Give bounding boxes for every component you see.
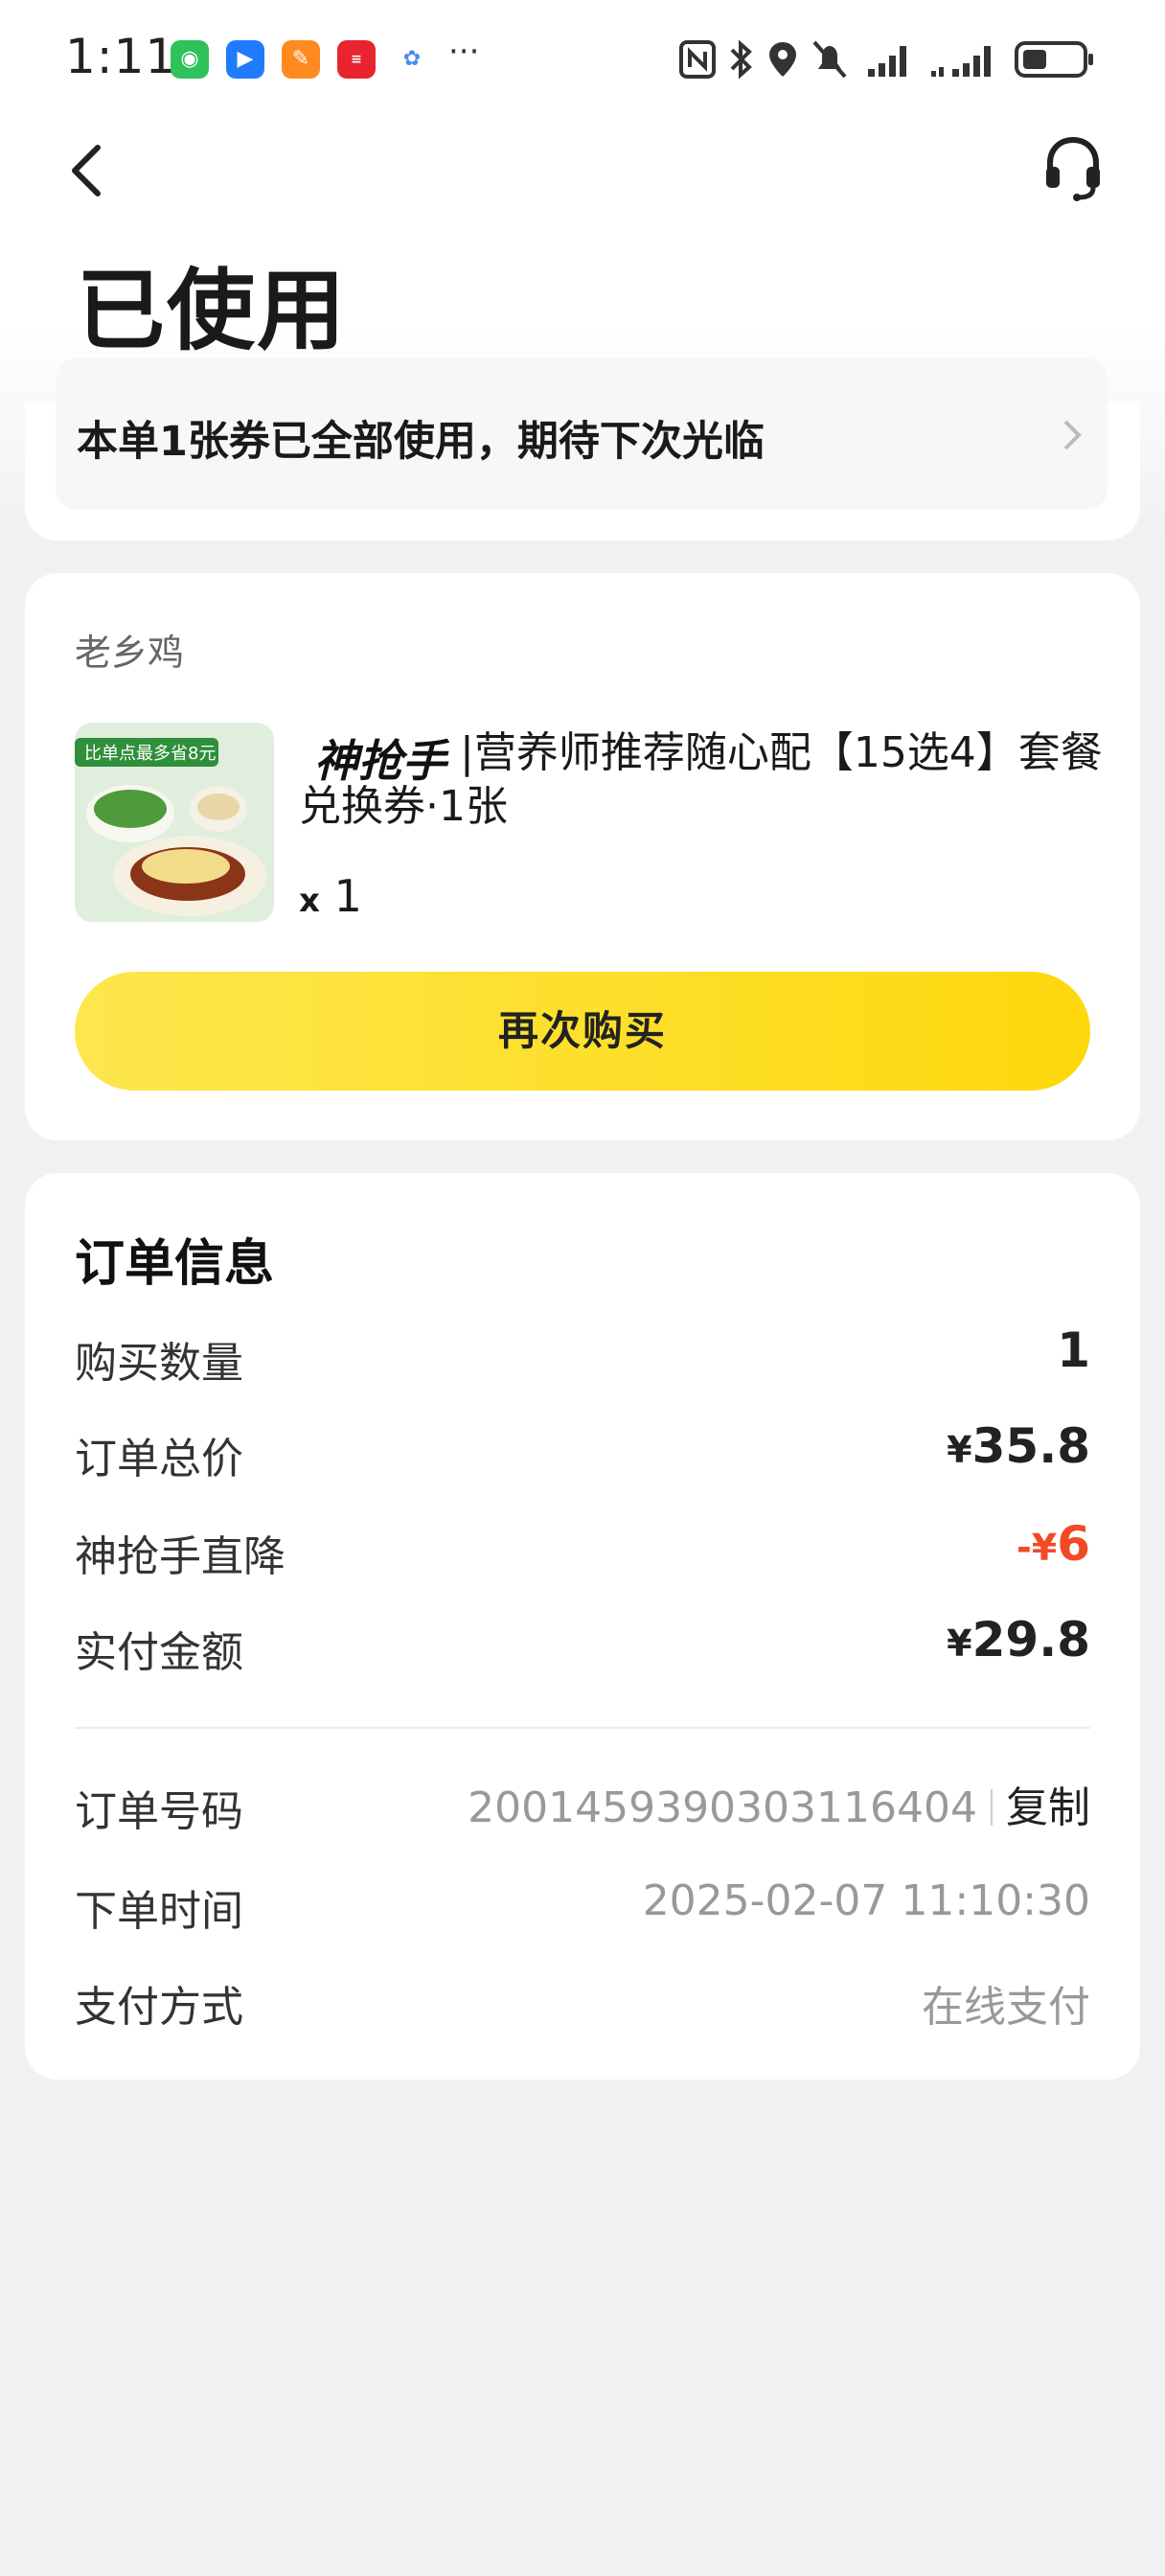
headset-icon (1046, 136, 1100, 201)
payment-method-value: 在线支付 (922, 1983, 1090, 2032)
order-time-value: 2025-02-07 11:10:30 (642, 1876, 1090, 1925)
signal-icon-1 (868, 46, 906, 77)
wechat-icon: ◉ (171, 40, 209, 79)
divider (75, 1727, 1090, 1729)
currency-symbol: ¥ (947, 1622, 972, 1665)
separator (991, 1789, 993, 1826)
amount: 6 (1057, 1516, 1090, 1572)
product-thumbnail[interactable]: 比单点最多省8元 (75, 723, 274, 922)
order-number-value: 2001459390303116404 (468, 1783, 977, 1832)
copy-order-number-button[interactable]: 复制 (1006, 1783, 1090, 1832)
back-arrow-icon (72, 145, 101, 196)
page-title: 已使用 (77, 260, 348, 362)
order-number-row: 2001459390303116404 复制 (468, 1773, 1090, 1834)
order-info-card: 订单信息 购买数量 1 订单总价 ¥35.8 神抢手直降 -¥6 实付金额 ¥2… (25, 1173, 1140, 2080)
order-number-label: 订单号码 (75, 1787, 243, 1836)
paid-amount-label: 实付金额 (75, 1628, 243, 1677)
app-cluster-icon: ✿ (402, 47, 422, 71)
currency-symbol: -¥ (1016, 1527, 1058, 1569)
battery-icon (1015, 41, 1093, 78)
discount-value: -¥6 (1017, 1516, 1090, 1572)
mute-bell-icon (812, 40, 847, 79)
payment-method-label: 支付方式 (75, 1983, 243, 2032)
product-card: 老乡鸡 比单点最多省8元 |营养师推荐随心配【15选4】套餐兑换券·1张 神抢手… (25, 573, 1140, 1140)
purchase-quantity-value: 1 (1057, 1322, 1090, 1378)
usage-notice[interactable]: 本单1张券已全部使用，期待下次光临 (56, 358, 1108, 510)
discount-label: 神抢手直降 (75, 1532, 286, 1581)
bluetooth-icon (730, 39, 752, 80)
svg-text:比单点最多省8元: 比单点最多省8元 (84, 744, 216, 764)
chevron-right-icon (1063, 420, 1082, 450)
purchase-quantity-label: 购买数量 (75, 1339, 243, 1388)
customer-service-button[interactable] (1042, 134, 1104, 203)
quantity-value: 1 (333, 870, 362, 922)
yunshanfu-icon: ≡ (337, 40, 376, 79)
signal-icon-2 (931, 46, 991, 77)
order-total-label: 订单总价 (75, 1435, 243, 1484)
meal-image: 比单点最多省8元 (75, 723, 274, 922)
status-time: 1:11 (65, 29, 177, 84)
paid-amount-value: ¥29.8 (947, 1612, 1090, 1668)
currency-symbol: ¥ (947, 1429, 972, 1471)
shop-name: 老乡鸡 (75, 632, 185, 674)
product-quantity: x 1 (299, 870, 362, 922)
back-button[interactable] (63, 140, 111, 201)
amount: 35.8 (971, 1418, 1090, 1474)
order-info-heading: 订单信息 (75, 1235, 275, 1293)
location-icon (769, 42, 796, 77)
usage-notice-text: 本单1张券已全部使用，期待下次光临 (77, 418, 765, 466)
buy-again-button[interactable]: 再次购买 (75, 972, 1090, 1091)
taobao-icon: ✎ (282, 40, 320, 79)
order-total-value: ¥35.8 (947, 1418, 1090, 1474)
quantity-prefix: x (299, 882, 320, 920)
feishu-icon: ▶ (226, 40, 264, 79)
status-bar: 1:11 ◉ ▶ ✎ ≡ ✿ ··· (0, 0, 1165, 115)
nfc-icon (679, 40, 716, 79)
shenqiangshou-tag: 神抢手 (314, 735, 446, 787)
order-time-label: 下单时间 (75, 1887, 243, 1936)
amount: 29.8 (971, 1612, 1090, 1668)
more-notifications-icon: ··· (448, 33, 480, 71)
